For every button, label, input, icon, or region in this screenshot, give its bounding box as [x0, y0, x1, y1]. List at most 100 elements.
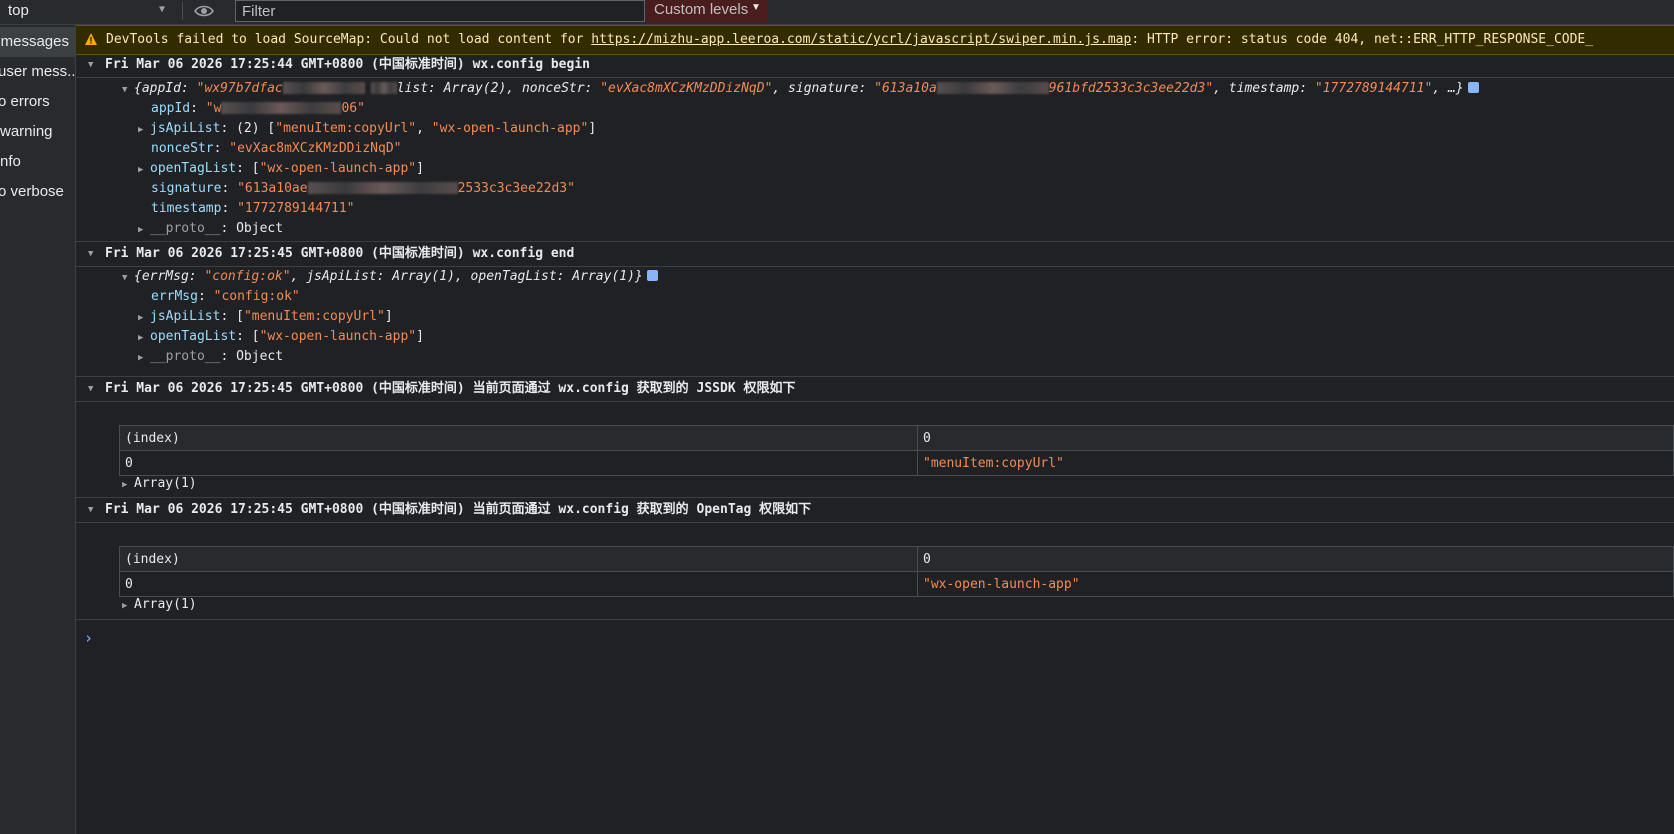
summary-nonce: "evXac8mXCzKMzDDizNqD" [600, 81, 773, 96]
array-count: (2) [ [236, 121, 276, 136]
triangle-right-icon: ▶ [138, 225, 144, 235]
property-value: "config:ok" [213, 289, 300, 304]
triangle-right-icon: ▶ [138, 353, 144, 363]
group-header[interactable]: ▼ Fri Mar 06 2026 17:25:45 GMT+0800 (中国标… [76, 242, 1674, 267]
table-cell: "wx-open-launch-app" [917, 571, 1674, 597]
property-jsapilist[interactable]: ▶ jsApiList: (2) ["menuItem:copyUrl", "wx… [138, 119, 1674, 139]
summary-timestamp: "1772789144711" [1314, 81, 1433, 96]
console-prompt-icon[interactable]: › [84, 629, 93, 647]
summary-signature: "613a10a [874, 81, 937, 96]
property-key: openTagList [150, 161, 237, 176]
object-summary[interactable]: ▼ {appId: "wx97b7dfac list: Array(2), nonc… [122, 79, 1674, 99]
property-noncestr: nonceStr: "evXac8mXCzKMzDDizNqD" [151, 141, 402, 156]
eye-icon[interactable] [193, 2, 215, 20]
sidebar-item-label: o verbose [0, 183, 64, 200]
console-toolbar: top ▼ Custom levels ▼ [0, 0, 1674, 25]
summary-prefix: {errMsg: [134, 269, 205, 284]
property-value-end: 06" [341, 101, 365, 116]
summary-mid: list: Array(2), nonceStr: [396, 81, 601, 96]
property-key: __proto__ [150, 349, 221, 364]
sidebar-item-label: warning [0, 123, 53, 140]
context-selector[interactable]: top ▼ [0, 0, 175, 22]
table-header[interactable]: (index) [119, 425, 918, 451]
table-header[interactable]: 0 [917, 425, 1674, 451]
property-key: nonceStr [151, 141, 214, 156]
array-value: "menuItem:copyUrl" [243, 309, 385, 324]
group-header[interactable]: ▼ Fri Mar 06 2026 17:25:45 GMT+0800 (中国标… [76, 498, 1674, 523]
property-key: errMsg [151, 289, 198, 304]
array-label: Array(1) [134, 597, 197, 612]
property-errmsg: errMsg: "config:ok" [151, 289, 300, 304]
summary-end: , …} [1432, 81, 1464, 96]
sidebar-item-label: user mess... [0, 63, 75, 80]
property-opentaglist[interactable]: ▶ openTagList: ["wx-open-launch-app"] [138, 327, 1674, 347]
sourcemap-link[interactable]: https://mizhu-app.leeroa.com/static/ycrl… [591, 32, 1131, 47]
array-footer[interactable]: ▶ Array(1) [122, 595, 1674, 615]
property-value: Object [236, 221, 284, 236]
table-header[interactable]: 0 [917, 546, 1674, 572]
table-cell: 0 [119, 571, 918, 597]
triangle-right-icon: ▶ [138, 125, 144, 135]
sidebar-item-verbose[interactable]: o verbose [0, 177, 75, 207]
console-messages: DevTools failed to load SourceMap: Could… [76, 25, 1674, 834]
property-opentaglist[interactable]: ▶ openTagList: ["wx-open-launch-app"] [138, 159, 1674, 179]
triangle-right-icon: ▶ [138, 333, 144, 343]
info-icon[interactable] [646, 270, 658, 281]
log-levels-label: Custom levels [654, 1, 749, 18]
redacted-block [282, 82, 365, 94]
property-key: timestamp [151, 201, 222, 216]
info-icon[interactable] [1467, 82, 1479, 93]
group-header[interactable]: ▼ Fri Mar 06 2026 17:25:44 GMT+0800 (中国标… [76, 53, 1674, 78]
sidebar-item-warnings[interactable]: warning [0, 117, 75, 147]
property-key: jsApiList [150, 121, 221, 136]
filter-field[interactable] [235, 0, 645, 22]
property-key: __proto__ [150, 221, 221, 236]
triangle-down-icon: ▼ [122, 85, 128, 95]
property-proto[interactable]: ▶ __proto__: Object [138, 347, 1674, 367]
object-summary[interactable]: ▼ {errMsg: "config:ok", jsApiList: Array(… [122, 267, 1674, 287]
group-header[interactable]: ▼ Fri Mar 06 2026 17:25:45 GMT+0800 (中国标… [76, 377, 1674, 402]
property-key: appId [151, 101, 191, 116]
property-value: "w [205, 101, 222, 116]
console-table: (index) 0 0 "wx-open-launch-app" [119, 546, 1674, 597]
property-key: signature [151, 181, 222, 196]
warning-suffix: : HTTP error: status code 404, net::ERR_… [1131, 32, 1594, 47]
array-value: "wx-open-launch-app" [431, 121, 589, 136]
toolbar-divider [182, 2, 183, 20]
property-appid: appId: "w 06" [151, 101, 365, 116]
filter-input[interactable] [236, 1, 644, 21]
summary-errmsg: "config:ok" [204, 269, 291, 284]
table-header-row: (index) 0 [119, 425, 1674, 451]
dropdown-arrow-icon: ▼ [159, 4, 166, 15]
table-header[interactable]: (index) [119, 546, 918, 572]
warning-prefix: DevTools failed to load SourceMap: Could… [106, 32, 592, 47]
property-jsapilist[interactable]: ▶ jsApiList: ["menuItem:copyUrl"] [138, 307, 1674, 327]
sidebar-item-errors[interactable]: o errors [0, 87, 75, 117]
property-key: jsApiList [150, 309, 221, 324]
chevron-down-icon: ▼ [751, 2, 761, 13]
sidebar-item-user-messages[interactable]: user mess... [0, 57, 75, 87]
table-header-row: (index) 0 [119, 546, 1674, 572]
property-proto[interactable]: ▶ __proto__: Object [138, 219, 1674, 239]
table-cell: "menuItem:copyUrl" [917, 450, 1674, 476]
property-value: "evXac8mXCzKMzDDizNqD" [229, 141, 402, 156]
triangle-down-icon: ▼ [122, 273, 128, 283]
property-value: "613a10ae [237, 181, 308, 196]
log-levels-dropdown[interactable]: Custom levels ▼ [646, 0, 768, 23]
group-title: Fri Mar 06 2026 17:25:45 GMT+0800 (中国标准时… [105, 381, 796, 396]
summary-signature-end: 961bfd2533c3c3ee22d3" [1048, 81, 1214, 96]
warning-text: DevTools failed to load SourceMap: Could… [106, 32, 1593, 47]
context-value: top [8, 2, 29, 19]
warning-message: DevTools failed to load SourceMap: Could… [76, 25, 1674, 55]
array-footer[interactable]: ▶ Array(1) [122, 474, 1674, 494]
sidebar-item-messages[interactable]: messages [0, 27, 75, 57]
property-value: Object [236, 349, 284, 364]
summary-rest: , jsApiList: Array(1), openTagList: Arra… [290, 269, 643, 284]
summary-appid: "wx97b7dfac [196, 81, 283, 96]
sidebar-item-info[interactable]: nfo [0, 147, 75, 177]
triangle-down-icon: ▼ [88, 60, 94, 70]
table-cell: 0 [119, 450, 918, 476]
sidebar-item-label: o errors [0, 93, 50, 110]
redacted-block [370, 82, 397, 94]
console-sidebar: messages user mess... o errors warning n… [0, 25, 76, 834]
